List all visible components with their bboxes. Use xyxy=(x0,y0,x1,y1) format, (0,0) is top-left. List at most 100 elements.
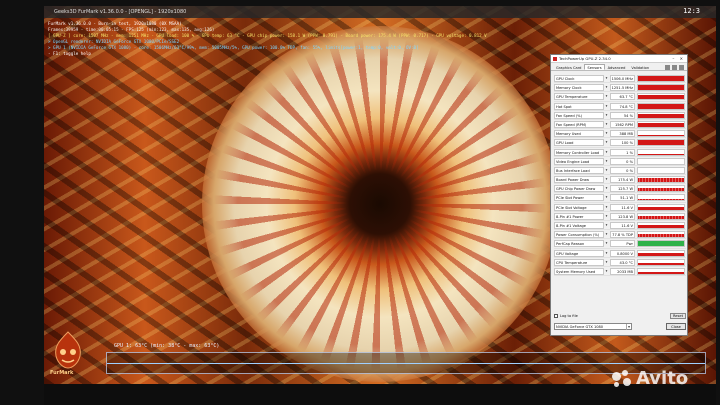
close-button[interactable]: Close xyxy=(666,323,686,330)
menu-icon[interactable] xyxy=(679,65,684,70)
chevron-down-icon[interactable]: ▾ xyxy=(626,324,631,330)
sensor-name[interactable]: Fan Speed (RPM) xyxy=(554,120,604,128)
temp-graph-label: GPU 1: 63°C (min: 38°C - max: 63°C) xyxy=(114,343,220,349)
sensor-graph xyxy=(637,75,685,82)
log-to-file-label: Log to file xyxy=(560,314,578,318)
sensor-row: GPU Chip Power Draw ▾ 125.7 W xyxy=(554,184,686,194)
gpuz-window[interactable]: TechPowerUp GPU-Z 2.34.0 – ✕ Graphics Ca… xyxy=(550,54,688,336)
chevron-down-icon[interactable]: ▾ xyxy=(604,159,609,164)
sensor-graph-bar xyxy=(638,123,684,127)
sensor-value: 74.8 °C xyxy=(610,102,635,110)
checkbox-box[interactable] xyxy=(554,314,558,318)
sensor-name[interactable]: Hot Spot xyxy=(554,102,604,110)
reset-button[interactable]: Reset xyxy=(670,313,686,319)
sensor-name[interactable]: GPU Chip Power Draw xyxy=(554,185,604,193)
chevron-down-icon[interactable]: ▾ xyxy=(604,140,609,145)
camera-icon[interactable] xyxy=(665,65,670,70)
sensor-name[interactable]: GPU Voltage xyxy=(554,249,604,257)
chevron-down-icon[interactable]: ▾ xyxy=(604,150,609,155)
gpu-select[interactable]: NVIDIA GeForce GTX 1080 ▾ xyxy=(554,323,632,330)
sensor-row: PCIe Slot Power ▾ 51.1 W xyxy=(554,193,686,203)
gpuz-window-controls[interactable]: – ✕ xyxy=(672,55,685,63)
sensor-name[interactable]: PCIe Slot Voltage xyxy=(554,203,604,211)
sensor-graph-bar xyxy=(638,178,684,183)
sensor-graph xyxy=(637,258,685,266)
sensor-graph xyxy=(637,203,685,211)
sensor-graph xyxy=(637,148,685,156)
chevron-down-icon[interactable]: ▾ xyxy=(604,214,609,219)
sensor-row: Hot Spot ▾ 74.8 °C xyxy=(554,102,686,111)
sensor-graph-bar xyxy=(638,271,684,274)
sensor-graph xyxy=(637,222,685,229)
chevron-down-icon[interactable]: ▾ xyxy=(604,113,609,118)
sensor-graph-bar xyxy=(638,206,684,210)
furmark-titlebar[interactable]: Geeks3D FurMark v1.36.0.0 - [OPENGL] - 1… xyxy=(44,6,716,18)
chevron-down-icon[interactable]: ▾ xyxy=(604,122,609,127)
chevron-down-icon[interactable]: ▾ xyxy=(604,168,609,173)
sensor-graph-bar xyxy=(638,140,684,146)
sensor-name[interactable]: Power Consumption (%) xyxy=(554,231,604,239)
chevron-down-icon[interactable]: ▾ xyxy=(604,260,609,265)
sensor-name[interactable]: 8-Pin #1 Power xyxy=(554,212,604,220)
gpuz-titlebar[interactable]: TechPowerUp GPU-Z 2.34.0 – ✕ xyxy=(551,55,687,63)
sensor-value: Pwr xyxy=(610,240,635,248)
sensor-graph-bar xyxy=(638,262,684,265)
chevron-down-icon[interactable]: ▾ xyxy=(604,205,609,210)
sensor-name[interactable]: GPU Clock xyxy=(554,75,604,82)
chevron-down-icon[interactable]: ▾ xyxy=(604,269,609,274)
sensor-value: 1 % xyxy=(610,148,635,156)
tab-sensors[interactable]: Sensors xyxy=(584,64,605,70)
sensor-row: GPU Clock ▾ 1506.0 MHz xyxy=(554,74,686,84)
tab-graphics-card[interactable]: Graphics Card xyxy=(553,64,584,70)
sensor-value: 11.6 V xyxy=(610,203,635,211)
fur-texture-rays xyxy=(212,36,548,372)
sensor-name[interactable]: Memory Clock xyxy=(554,84,604,92)
chevron-down-icon[interactable]: ▾ xyxy=(604,76,609,81)
sensor-name[interactable]: CPU Temperature xyxy=(554,258,604,266)
sensor-name[interactable]: System Memory Used xyxy=(554,267,604,275)
chevron-down-icon[interactable]: ▾ xyxy=(604,251,609,256)
tab-advanced[interactable]: Advanced xyxy=(605,64,629,70)
sensor-name[interactable]: Video Engine Load xyxy=(554,157,604,165)
sensor-name[interactable]: PerfCap Reason xyxy=(554,240,604,248)
sensor-name[interactable]: Board Power Draw xyxy=(554,176,604,184)
sensor-value: 1562 RPM xyxy=(610,120,635,128)
chevron-down-icon[interactable]: ▾ xyxy=(604,186,609,191)
sensor-name[interactable]: Memory Used xyxy=(554,130,604,138)
chevron-down-icon[interactable]: ▾ xyxy=(604,232,609,237)
sensor-graph-bar xyxy=(638,114,684,118)
chevron-down-icon[interactable]: ▾ xyxy=(604,94,609,99)
sensor-row: Memory Controller Load ▾ 1 % xyxy=(554,148,686,157)
tab-validation[interactable]: Validation xyxy=(628,64,652,70)
sensor-value: 1506.0 MHz xyxy=(610,75,635,82)
sensor-graph xyxy=(637,231,685,239)
chevron-down-icon[interactable]: ▾ xyxy=(604,131,609,136)
sensor-graph xyxy=(637,102,685,110)
chevron-down-icon[interactable]: ▾ xyxy=(604,177,609,182)
sensor-name[interactable]: Bus Interface Load xyxy=(554,166,604,174)
sensor-name[interactable]: GPU Load xyxy=(554,139,604,147)
gpuz-title: TechPowerUp GPU-Z 2.34.0 xyxy=(559,56,611,61)
sensor-graph-bar xyxy=(638,233,684,238)
chevron-down-icon[interactable]: ▾ xyxy=(604,85,609,90)
sensor-name[interactable]: Fan Speed (%) xyxy=(554,111,604,119)
sensor-row: PerfCap Reason ▾ Pwr xyxy=(554,239,686,249)
gpuz-app-icon xyxy=(553,57,557,61)
chevron-down-icon[interactable]: ▾ xyxy=(604,104,609,109)
gpuz-toolbar xyxy=(665,65,684,70)
chevron-down-icon[interactable]: ▾ xyxy=(604,223,609,228)
chevron-down-icon[interactable]: ▾ xyxy=(604,241,609,246)
sensor-value: 388 MB xyxy=(610,130,635,138)
sensor-graph-bar xyxy=(638,104,684,109)
sensor-graph-bar xyxy=(638,85,684,91)
sensor-name[interactable]: Memory Controller Load xyxy=(554,148,604,156)
sensor-row: System Memory Used ▾ 2033 MB xyxy=(554,267,686,277)
furmark-logo-text: FurMark xyxy=(50,370,74,376)
chevron-down-icon[interactable]: ▾ xyxy=(604,195,609,200)
sensor-name[interactable]: PCIe Slot Power xyxy=(554,194,604,202)
osd-line-help: - F1: toggle help xyxy=(48,51,91,56)
sensor-name[interactable]: GPU Temperature xyxy=(554,93,604,101)
log-to-file-checkbox[interactable]: Log to file xyxy=(554,314,578,318)
sensor-name[interactable]: 8-Pin #1 Voltage xyxy=(554,222,604,229)
refresh-icon[interactable] xyxy=(672,65,677,70)
